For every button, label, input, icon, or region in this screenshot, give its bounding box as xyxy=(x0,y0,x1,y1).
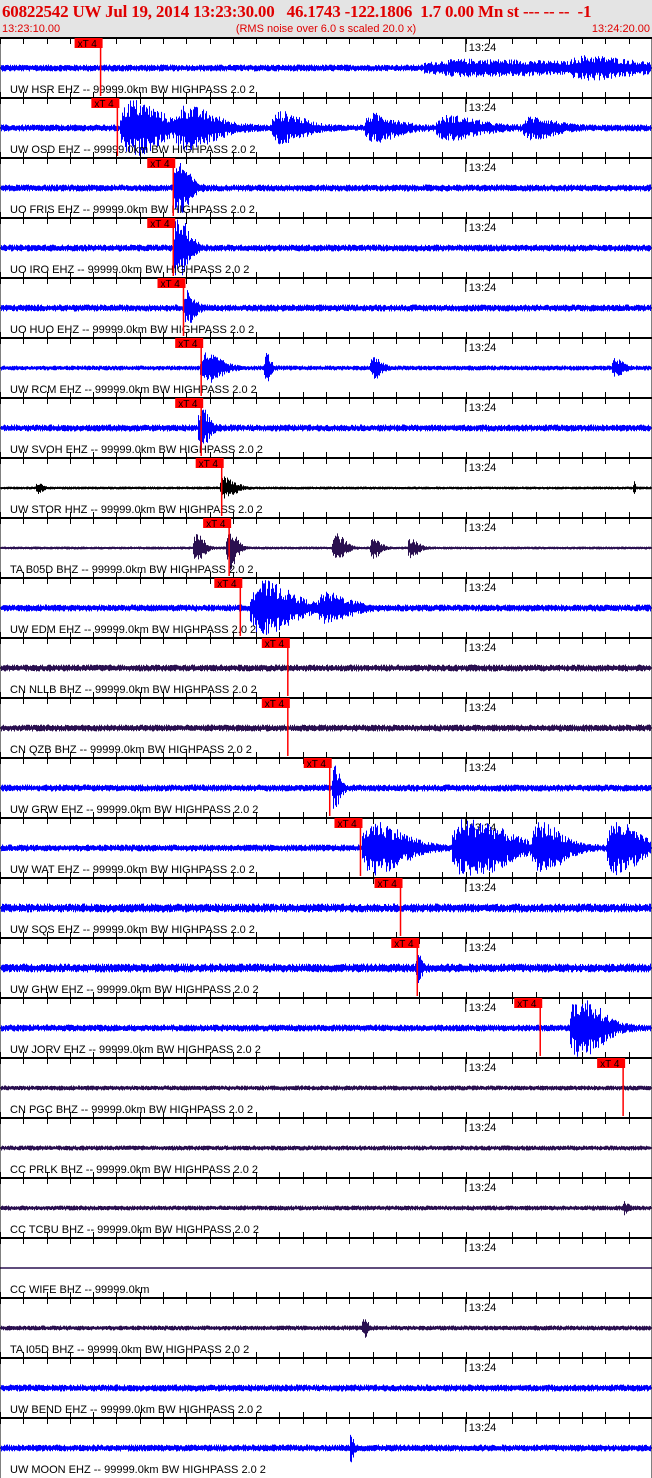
pick-label: xT 4 xyxy=(160,279,180,290)
pick-label: xT 4 xyxy=(217,579,237,590)
pick-label: xT 4 xyxy=(394,939,414,950)
waveform xyxy=(1,290,651,323)
minute-label: 13:24 xyxy=(469,1242,497,1254)
minute-label: 13:24 xyxy=(469,342,497,354)
pick-label: xT 4 xyxy=(94,99,114,110)
scale-note: (RMS noise over 6.0 s scaled 20.0 x) xyxy=(235,23,417,35)
station-label: UW HSR EHZ -- 99999.0km BW HIGHPASS 2.0 … xyxy=(10,84,255,96)
station-label: UO IRO EHZ -- 99999.0km BW HIGHPASS 2.0 … xyxy=(10,264,249,276)
minute-label: 13:24 xyxy=(469,1182,497,1194)
pick-label: xT 4 xyxy=(199,459,219,470)
pick-label: xT 4 xyxy=(178,399,198,410)
waveform xyxy=(1,476,651,499)
minute-label: 13:24 xyxy=(469,762,497,774)
minute-label: 13:24 xyxy=(469,642,497,654)
station-label: UW MOON EHZ -- 99999.0km BW HIGHPASS 2.0… xyxy=(10,1464,266,1476)
pick-label: xT 4 xyxy=(600,1059,620,1070)
trace-plot: 13:24 UW HSR EHZ -- 99999.0km BW HIGHPASS… xyxy=(0,37,652,1478)
waveform xyxy=(1,1085,651,1091)
minute-label: 13:24 xyxy=(469,522,497,534)
minute-label: 13:24 xyxy=(469,102,497,114)
minute-label: 13:24 xyxy=(469,162,497,174)
minute-label: 13:24 xyxy=(469,882,497,894)
pick-label: xT 4 xyxy=(150,159,170,170)
pick-label: xT 4 xyxy=(337,819,357,830)
station-label: CN PGC BHZ -- 99999.0km BW HIGHPASS 2.0 … xyxy=(10,1104,253,1116)
pick-label: xT 4 xyxy=(378,879,398,890)
minute-label: 13:24 xyxy=(469,42,497,54)
waveform xyxy=(1,1384,651,1392)
minute-label: 13:24 xyxy=(469,1122,497,1134)
waveform xyxy=(1,664,651,672)
station-label: UW SQS EHZ -- 99999.0km BW HIGHPASS 2.0 … xyxy=(10,924,255,936)
station-label: UO FRIS EHZ -- 99999.0km BW HIGHPASS 2.0… xyxy=(10,204,255,216)
minute-label: 13:24 xyxy=(469,942,497,954)
pick-label: xT 4 xyxy=(307,759,327,770)
station-label: TA I05D BHZ -- 99999.0km BW HIGHPASS 2.0… xyxy=(10,1344,249,1356)
station-label: UW EDM EHZ -- 99999.0km BW HIGHPASS 2.0 … xyxy=(10,624,256,636)
pick-label: xT 4 xyxy=(265,639,285,650)
waveform xyxy=(1,1145,651,1151)
minute-label: 13:24 xyxy=(469,402,497,414)
waveform xyxy=(1,765,651,809)
minute-label: 13:24 xyxy=(469,1002,497,1014)
minute-label: 13:24 xyxy=(469,462,497,474)
header: 60822542 UW Jul 19, 2014 13:23:30.00 46.… xyxy=(0,0,652,37)
minute-label: 13:24 xyxy=(469,702,497,714)
seismogram-viewer: 60822542 UW Jul 19, 2014 13:23:30.00 46.… xyxy=(0,0,652,1478)
station-label: UO HUO EHZ -- 99999.0km BW HIGHPASS 2.0 … xyxy=(10,324,254,336)
station-label: CC WIFE BHZ -- 99999.0km xyxy=(10,1284,149,1296)
event-title: 60822542 UW Jul 19, 2014 13:23:30.00 46.… xyxy=(2,2,592,21)
waveform xyxy=(1,1434,651,1463)
pick-label: xT 4 xyxy=(265,699,285,710)
minute-label: 13:24 xyxy=(469,1302,497,1314)
waveform xyxy=(1,955,651,986)
minute-label: 13:24 xyxy=(469,1062,497,1074)
pick-label: xT 4 xyxy=(78,39,98,50)
minute-label: 13:24 xyxy=(469,282,497,294)
pick-label: xT 4 xyxy=(206,519,226,530)
waveform xyxy=(1,1319,651,1338)
waveform xyxy=(1,352,651,383)
end-time: 13:24:20.00 xyxy=(591,23,650,35)
waveform xyxy=(1,409,651,449)
minute-label: 13:24 xyxy=(469,582,497,594)
pick-label: xT 4 xyxy=(150,219,170,230)
minute-label: 13:24 xyxy=(469,1362,497,1374)
pick-label: xT 4 xyxy=(517,999,537,1010)
waveform xyxy=(1,1201,651,1216)
station-label: UW OSD EHZ -- 99999.0km BW HIGHPASS 2.0 … xyxy=(10,144,256,156)
waveform xyxy=(1,55,651,81)
pick-label: xT 4 xyxy=(178,339,198,350)
station-label: CN QZB BHZ -- 99999.0km BW HIGHPASS 2.0 … xyxy=(10,744,252,756)
waveform xyxy=(1,1267,651,1269)
station-label: UW WAT EHZ -- 99999.0km BW HIGHPASS 2.0 … xyxy=(10,864,255,876)
waveform xyxy=(1,724,651,732)
minute-label: 13:24 xyxy=(469,1422,497,1434)
station-label: TA B05D BHZ -- 99999.0km BW HIGHPASS 2.0… xyxy=(10,564,254,576)
waveform xyxy=(1,903,651,913)
minute-label: 13:24 xyxy=(469,222,497,234)
